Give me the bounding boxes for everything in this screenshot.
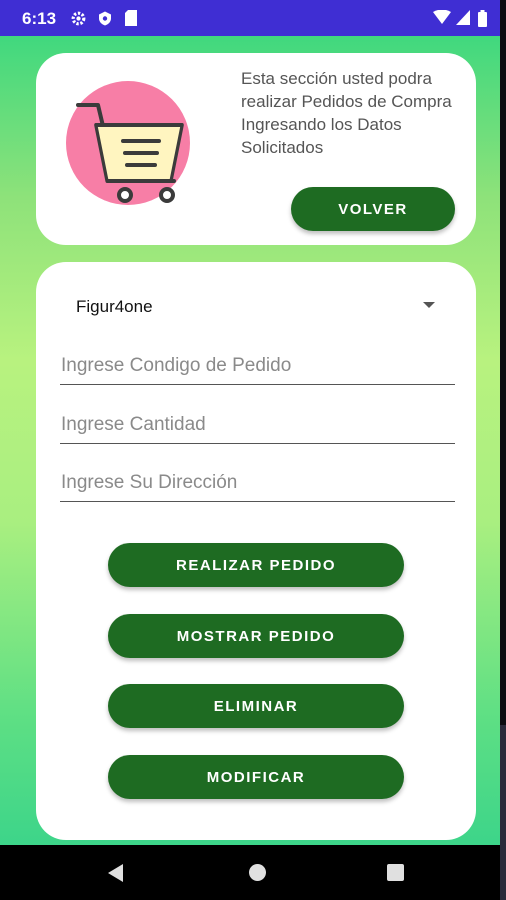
delete-button[interactable]: ELIMINAR (108, 684, 404, 728)
navigation-bar (0, 845, 500, 900)
app-screen: 6:13 Esta sección usted podra realizar P… (0, 0, 500, 900)
shopping-cart-icon (76, 103, 184, 203)
sd-card-icon (125, 10, 137, 31)
gear-icon (70, 10, 87, 32)
chevron-down-icon[interactable] (423, 302, 435, 308)
info-description: Esta sección usted podra realizar Pedido… (241, 69, 452, 157)
info-card: Esta sección usted podra realizar Pedido… (36, 53, 476, 245)
wifi-icon (433, 9, 451, 30)
address-input[interactable] (60, 465, 455, 502)
home-icon[interactable] (249, 864, 266, 881)
battery-icon (478, 10, 487, 32)
back-icon[interactable] (108, 864, 123, 882)
status-time: 6:13 (22, 9, 57, 28)
back-button[interactable]: VOLVER (291, 187, 455, 231)
order-code-input[interactable] (60, 348, 455, 385)
show-order-button[interactable]: MOSTRAR PEDIDO (108, 614, 404, 658)
product-spinner-value[interactable]: Figur4one (76, 297, 153, 317)
cart-illustration (66, 81, 190, 205)
recents-icon[interactable] (387, 864, 404, 881)
quantity-input[interactable] (60, 407, 455, 444)
modify-button[interactable]: MODIFICAR (108, 755, 404, 799)
status-bar: 6:13 (0, 0, 500, 36)
shield-icon (97, 10, 113, 32)
screen-edge (500, 0, 506, 900)
order-form-card: Figur4one REALIZAR PEDIDO MOSTRAR PEDIDO… (36, 262, 476, 840)
signal-icon (456, 10, 470, 30)
place-order-button[interactable]: REALIZAR PEDIDO (108, 543, 404, 587)
